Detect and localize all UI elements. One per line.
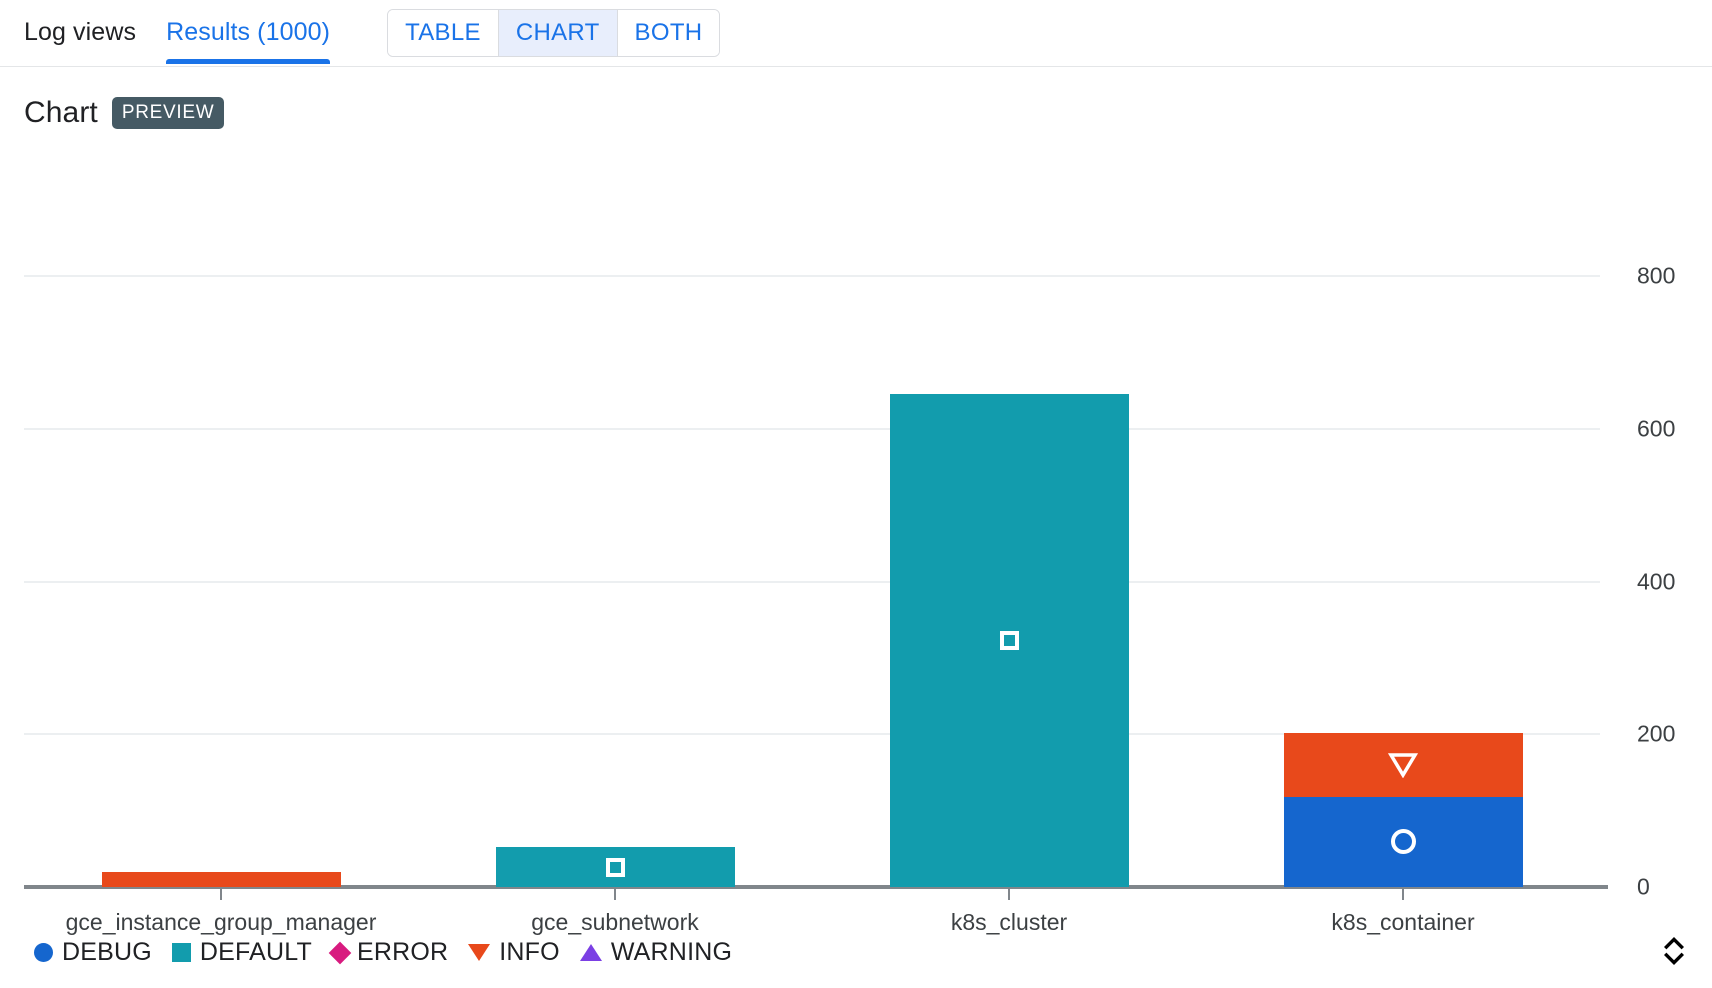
chart-plot-area[interactable]: 0 200 400 600 800 gce_instance_group_manager g… — [24, 190, 1675, 935]
legend-item-default[interactable]: DEFAULT — [171, 938, 312, 967]
chart-gridline — [24, 427, 1600, 430]
chart-bar-segment-default[interactable] — [495, 847, 735, 887]
view-mode-toggle: TABLE CHART BOTH — [387, 9, 721, 57]
chart-container: 0 200 400 600 800 gce_instance_group_manager g… — [0, 190, 1712, 935]
series-marker-square — [999, 631, 1019, 651]
legend-item-label: INFO — [499, 938, 560, 966]
y-axis-tick-label: 600 — [1637, 415, 1676, 442]
legend-item-label: WARNING — [610, 938, 733, 966]
x-axis-category-label: gce_instance_group_manager — [65, 909, 377, 935]
y-axis-tick-label: 0 — [1637, 873, 1650, 900]
series-marker-triangle-down — [1388, 753, 1418, 778]
y-axis-tick-label: 800 — [1637, 262, 1676, 289]
legend-item-label: DEBUG — [62, 938, 152, 966]
page-title: Chart — [24, 96, 98, 129]
chart-legend: DEBUG DEFAULT ERROR INFO WARNING — [34, 938, 752, 967]
legend-item-debug[interactable]: DEBUG — [34, 938, 152, 967]
series-marker-square — [605, 857, 625, 877]
y-axis-tick-label: 200 — [1637, 720, 1676, 747]
legend-item-label: DEFAULT — [199, 938, 312, 966]
tab-log-views-label: Log views — [24, 17, 137, 46]
top-tab-bar: Log views Results (1000) TABLE CHART BOT… — [0, 0, 1712, 67]
series-marker-circle — [1390, 829, 1416, 855]
legend-item-info[interactable]: INFO — [468, 938, 560, 967]
status-badge: PREVIEW — [111, 97, 225, 129]
chart-bar-segment-default[interactable] — [889, 394, 1129, 887]
chart-gridline — [24, 275, 1600, 277]
legend-item-label: ERROR — [356, 938, 449, 966]
chart-gridline — [24, 580, 1600, 583]
x-axis-tick — [1008, 887, 1010, 900]
x-axis-category-label: k8s_container — [1331, 909, 1475, 935]
view-mode-table-button[interactable]: TABLE — [388, 10, 499, 56]
x-axis-category-label: gce_subnetwork — [531, 909, 699, 935]
x-axis-tick — [220, 887, 222, 900]
x-axis-tick — [1402, 887, 1404, 900]
chart-bar-segment-info[interactable] — [101, 871, 341, 887]
legend-triangle-up-icon — [579, 944, 602, 961]
legend-diamond-icon — [328, 941, 352, 964]
tab-results-label: Results (1000) — [166, 17, 331, 46]
y-axis-tick-label: 400 — [1637, 568, 1676, 594]
chevron-up-down-icon[interactable] — [1654, 928, 1694, 974]
view-mode-both-button[interactable]: BOTH — [617, 10, 720, 56]
legend-triangle-down-icon — [468, 944, 491, 961]
x-axis-category-label: k8s_cluster — [950, 909, 1068, 935]
tab-log-views[interactable]: Log views — [0, 0, 166, 64]
chart-panel-header: Chart PREVIEW — [0, 67, 1712, 130]
chart-bar-segment-debug[interactable] — [1283, 796, 1523, 887]
tab-results[interactable]: Results (1000) — [166, 0, 331, 64]
active-tab-indicator — [166, 59, 331, 64]
legend-item-error[interactable]: ERROR — [328, 938, 449, 967]
legend-square-icon — [171, 943, 191, 962]
legend-circle-icon — [34, 943, 53, 962]
legend-item-warning[interactable]: WARNING — [579, 938, 733, 967]
x-axis-tick — [614, 887, 616, 900]
chart-bar-segment-info[interactable] — [1283, 732, 1523, 797]
view-mode-chart-button[interactable]: CHART — [498, 10, 618, 56]
